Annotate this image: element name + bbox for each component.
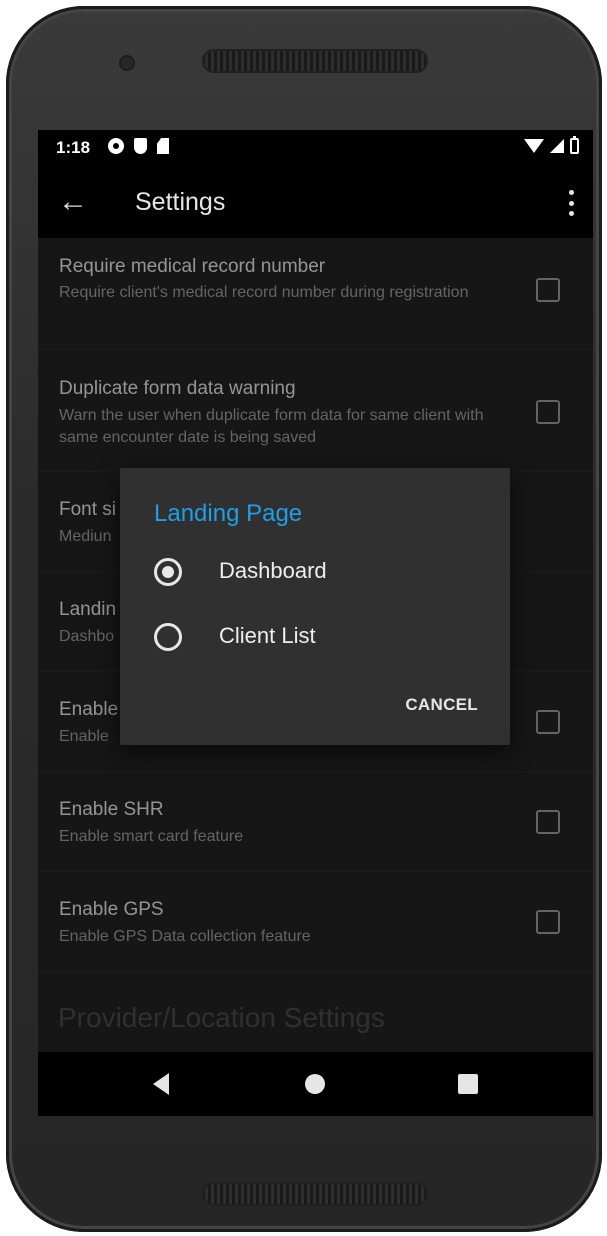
gear-icon xyxy=(108,138,124,154)
phone-frame: 1:18 ← Settings Require medical record n… xyxy=(6,6,602,1232)
radio-option-client-list[interactable]: Client List xyxy=(154,615,484,665)
radio-button-checked[interactable] xyxy=(154,558,182,586)
earpiece-speaker xyxy=(202,49,428,73)
screen: 1:18 ← Settings Require medical record n… xyxy=(38,130,593,1116)
status-left-icons xyxy=(108,138,169,154)
back-triangle-icon[interactable] xyxy=(153,1073,169,1095)
status-right-icons xyxy=(524,136,579,154)
dialog-title: Landing Page xyxy=(154,500,303,527)
status-time: 1:18 xyxy=(56,138,91,157)
arrow-left-icon[interactable]: ← xyxy=(58,186,90,218)
battery-icon xyxy=(570,136,579,154)
bottom-speaker xyxy=(202,1182,428,1206)
status-bar: 1:18 xyxy=(38,130,593,166)
shield-icon xyxy=(134,138,147,154)
radio-button-unchecked[interactable] xyxy=(154,623,182,651)
home-circle-icon[interactable] xyxy=(305,1074,325,1094)
front-camera xyxy=(119,55,135,71)
wifi-icon xyxy=(524,139,544,153)
page-title: Settings xyxy=(135,188,226,216)
sd-card-icon xyxy=(157,138,169,154)
radio-label: Dashboard xyxy=(219,558,327,583)
app-bar: ← Settings xyxy=(38,166,593,238)
signal-icon xyxy=(550,139,564,153)
landing-page-dialog: Landing Page Dashboard Client List CANCE… xyxy=(120,468,510,745)
nav-bar xyxy=(38,1052,593,1116)
cancel-button[interactable]: CANCEL xyxy=(405,695,478,715)
radio-option-dashboard[interactable]: Dashboard xyxy=(154,550,484,600)
radio-label: Client List xyxy=(219,623,316,648)
recents-square-icon[interactable] xyxy=(458,1074,478,1094)
overflow-menu-icon[interactable] xyxy=(569,190,575,216)
